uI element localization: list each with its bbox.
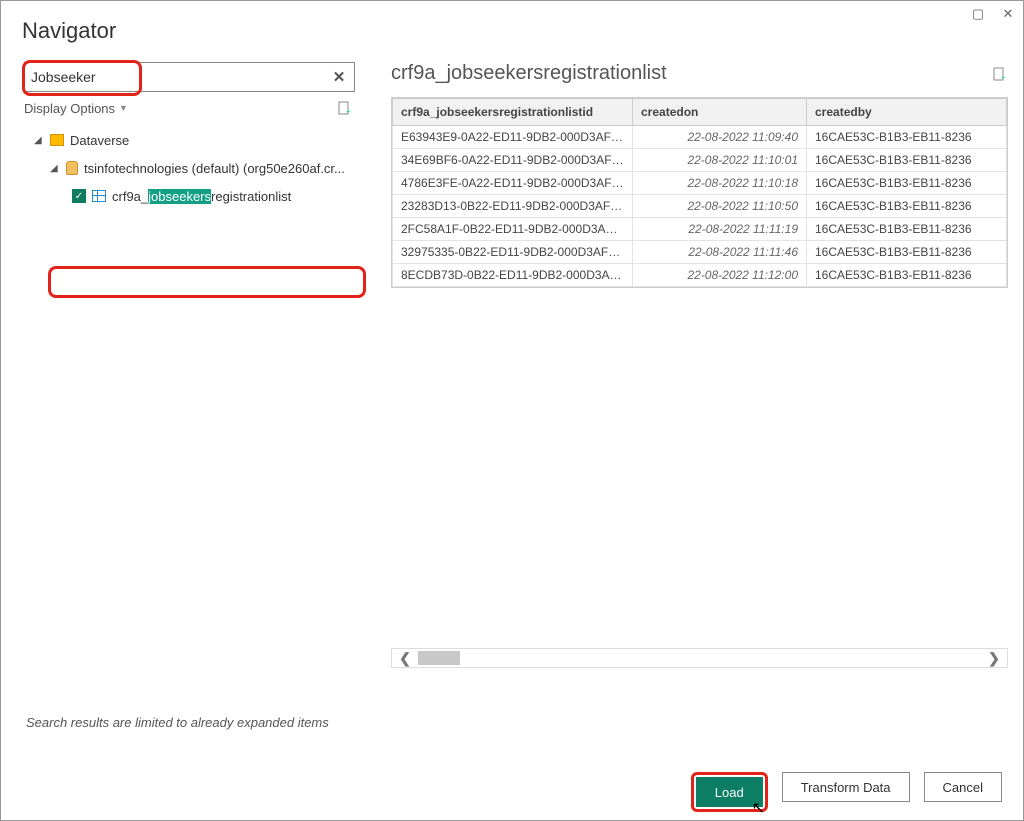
left-panel: ✕ Display Options ▼ + ◢ Dataverse [4, 54, 369, 754]
clear-search-icon[interactable]: ✕ [330, 68, 348, 86]
folder-icon [50, 134, 64, 146]
tree-node-dataverse[interactable]: ◢ Dataverse [24, 126, 355, 154]
tree-label: crf9a_jobseekersregistrationlist [112, 189, 291, 204]
table-row[interactable]: 23283D13-0B22-ED11-9DB2-000D3AF250B222-0… [393, 195, 1007, 218]
preview-title: crf9a_jobseekersregistrationlist [391, 62, 667, 85]
table-row[interactable]: 34E69BF6-0A22-ED11-9DB2-000D3AF250B222-0… [393, 149, 1007, 172]
restore-icon[interactable]: ▢ [971, 7, 985, 21]
refresh-icon[interactable]: + [337, 100, 353, 116]
table-row[interactable]: 32975335-0B22-ED11-9DB2-000D3AF250B222-0… [393, 241, 1007, 264]
svg-text:+: + [346, 107, 351, 116]
scrollbar-thumb[interactable] [418, 651, 460, 665]
chevron-down-icon: ▼ [119, 103, 128, 113]
refresh-preview-icon[interactable]: + [992, 66, 1008, 82]
search-box[interactable]: ✕ [24, 62, 355, 92]
caret-down-icon: ◢ [34, 135, 44, 146]
table-row[interactable]: E63943E9-0A22-ED11-9DB2-000D3AF250B222-0… [393, 126, 1007, 149]
cancel-button[interactable]: Cancel [924, 772, 1002, 802]
search-input[interactable] [31, 69, 330, 85]
caret-down-icon: ◢ [50, 163, 60, 174]
table-icon [92, 190, 106, 202]
tree-node-environment[interactable]: ◢ tsinfotechnologies (default) (org50e26… [24, 154, 355, 182]
column-header[interactable]: createdby [807, 99, 1007, 126]
svg-text:+: + [1001, 73, 1006, 82]
annotation-highlight: Load [691, 772, 768, 812]
search-limit-note: Search results are limited to already ex… [26, 715, 329, 730]
scroll-right-icon[interactable]: ❯ [981, 650, 1007, 667]
transform-data-button[interactable]: Transform Data [782, 772, 910, 802]
preview-header: crf9a_jobseekersregistrationlist + [391, 62, 1008, 85]
dialog-body: ✕ Display Options ▼ + ◢ Dataverse [4, 54, 1020, 754]
horizontal-scrollbar[interactable]: ❮ ❯ [391, 648, 1008, 668]
dialog-title: Navigator [4, 4, 1020, 54]
preview-table-wrap: crf9a_jobseekersregistrationlistid creat… [391, 97, 1008, 288]
database-icon [66, 161, 78, 175]
tree-label: Dataverse [70, 133, 129, 148]
window-controls: ▢ ✕ [971, 7, 1015, 21]
column-header[interactable]: crf9a_jobseekersregistrationlistid [393, 99, 633, 126]
checkbox-checked-icon[interactable]: ✓ [72, 189, 86, 203]
preview-table: crf9a_jobseekersregistrationlistid creat… [392, 98, 1007, 287]
preview-panel: crf9a_jobseekersregistrationlist + crf9a… [369, 54, 1020, 754]
column-header[interactable]: createdon [633, 99, 807, 126]
scrollbar-track[interactable] [418, 649, 981, 667]
tree-label: tsinfotechnologies (default) (org50e260a… [84, 161, 345, 176]
table-row[interactable]: 2FC58A1F-0B22-ED11-9DB2-000D3AF250B222-0… [393, 218, 1007, 241]
annotation-highlight [48, 266, 366, 298]
close-window-icon[interactable]: ✕ [1001, 7, 1015, 21]
scroll-left-icon[interactable]: ❮ [392, 650, 418, 667]
display-options-row: Display Options ▼ + [24, 92, 355, 120]
display-options-label: Display Options [24, 101, 115, 116]
load-button[interactable]: Load [696, 777, 763, 807]
navigator-window: ▢ ✕ Navigator ✕ Display Options ▼ + [0, 0, 1024, 821]
dialog-footer: Load Transform Data Cancel [4, 754, 1020, 812]
display-options-button[interactable]: Display Options ▼ [24, 101, 128, 116]
table-row[interactable]: 4786E3FE-0A22-ED11-9DB2-000D3AF250B222-0… [393, 172, 1007, 195]
tree-node-table[interactable]: ✓ crf9a_jobseekersregistrationlist [24, 182, 355, 210]
nav-tree: ◢ Dataverse ◢ tsinfotechnologies (defaul… [24, 120, 355, 210]
table-row[interactable]: 8ECDB73D-0B22-ED11-9DB2-000D3AF250B222-0… [393, 264, 1007, 287]
